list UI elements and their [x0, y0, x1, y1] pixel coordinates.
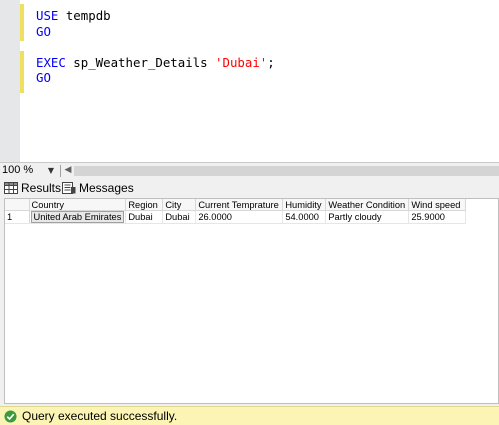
row-number[interactable]: 1	[5, 210, 30, 224]
column-header[interactable]: Current Temprature	[195, 199, 284, 211]
column-header[interactable]: Weather Condition	[325, 199, 410, 211]
column-header[interactable]: Country	[29, 199, 127, 211]
results-table: Country Region City Current Temprature H…	[5, 199, 467, 224]
table-cell[interactable]: 54.0000	[282, 210, 327, 224]
sql-code[interactable]: USE tempdb GO EXEC sp_Weather_Details 'Du…	[36, 8, 275, 86]
results-grid[interactable]: Country Region City Current Temprature H…	[4, 198, 499, 404]
row-number-header[interactable]	[5, 199, 30, 211]
scroll-left-icon[interactable]: ◀	[63, 164, 73, 177]
tab-messages-label: Messages	[79, 181, 134, 195]
status-message: Query executed successfully.	[22, 409, 178, 423]
cell-value: United Arab Emirates	[30, 211, 125, 223]
chevron-down-icon[interactable]: ▼	[45, 165, 57, 176]
column-header[interactable]: Region	[125, 199, 164, 211]
messages-icon	[62, 182, 76, 194]
sql-keyword: USE	[36, 8, 59, 23]
column-header[interactable]: Humidity	[282, 199, 327, 211]
code-line[interactable]: EXEC sp_Weather_Details 'Dubai';	[36, 55, 275, 71]
zoom-level[interactable]: 100 %	[2, 164, 33, 176]
editor-gutter	[0, 0, 20, 162]
table-row[interactable]: 1 United Arab Emirates Dubai Dubai 26.00…	[5, 210, 467, 224]
table-cell-selected[interactable]: United Arab Emirates	[29, 210, 127, 224]
grid-icon	[4, 182, 18, 194]
code-line[interactable]: GO	[36, 24, 275, 40]
horizontal-scrollbar[interactable]	[74, 166, 499, 176]
table-cell[interactable]: 26.0000	[195, 210, 284, 224]
code-line[interactable]: GO	[36, 70, 275, 86]
table-cell[interactable]: Dubai	[162, 210, 197, 224]
tab-results[interactable]: Results	[4, 179, 61, 197]
sql-string: 'Dubai'	[215, 54, 268, 70]
column-header[interactable]: City	[162, 199, 197, 211]
table-cell[interactable]: Partly cloudy	[325, 210, 410, 224]
results-pane: Results Messages Country Region City Cur…	[0, 178, 499, 406]
code-line[interactable]	[36, 39, 275, 55]
sql-text: sp_Weather_Details	[65, 54, 216, 70]
sql-keyword: GO	[36, 23, 51, 39]
code-line[interactable]: USE tempdb	[36, 8, 275, 24]
change-indicator-bar	[20, 4, 24, 41]
query-editor[interactable]: USE tempdb GO EXEC sp_Weather_Details 'Du…	[0, 0, 499, 162]
sql-text: ;	[267, 54, 275, 70]
table-cell[interactable]: 25.9000	[408, 210, 467, 224]
divider	[60, 165, 61, 177]
tab-messages[interactable]: Messages	[62, 179, 134, 197]
sql-keyword: EXEC	[36, 54, 66, 70]
table-cell[interactable]: Dubai	[125, 210, 164, 224]
sql-text: tempdb	[58, 8, 111, 23]
change-indicator-bar	[20, 51, 24, 93]
zoom-bar: 100 % ▼ ◀	[0, 162, 499, 178]
tab-results-label: Results	[21, 181, 62, 195]
header-row: Country Region City Current Temprature H…	[5, 199, 467, 211]
results-tabs: Results Messages	[0, 178, 499, 198]
success-check-icon	[4, 409, 17, 423]
sql-keyword: GO	[36, 70, 51, 85]
column-header[interactable]: Wind speed	[408, 199, 467, 211]
status-bar: Query executed successfully.	[0, 406, 499, 425]
